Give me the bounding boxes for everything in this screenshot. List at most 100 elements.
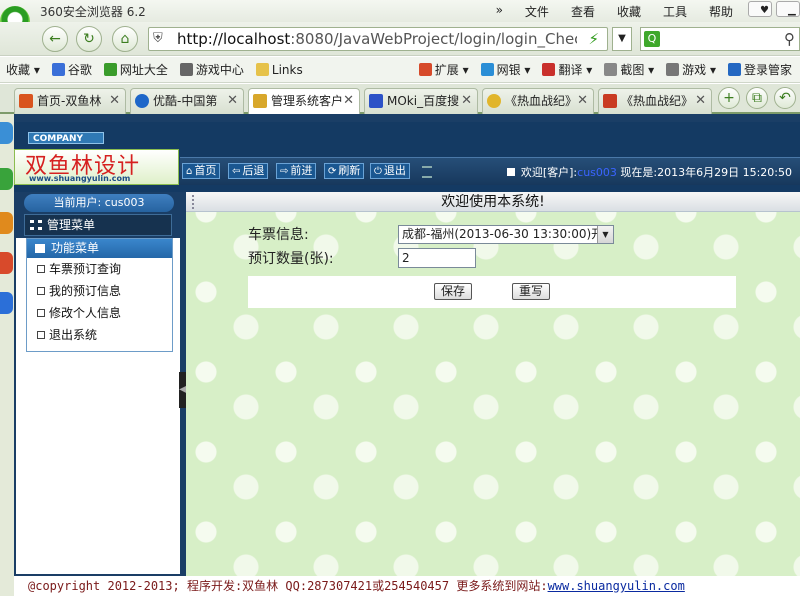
tab-management[interactable]: 管理系统客户 ✕ — [248, 88, 360, 114]
bullet-icon — [37, 265, 45, 273]
browser-title: 360安全浏览器 6.2 — [40, 5, 146, 19]
back-arrow-icon: ⇦ — [232, 166, 241, 177]
fav-extensions[interactable]: 扩展 ▾ — [413, 61, 475, 78]
close-icon[interactable]: ✕ — [227, 89, 238, 113]
bullet-icon — [37, 309, 45, 317]
close-icon[interactable]: ✕ — [109, 89, 120, 113]
tab-favicon-icon — [253, 94, 267, 108]
company-label: COMPANY — [28, 132, 104, 144]
app-icon[interactable] — [0, 292, 13, 314]
grip-icon — [422, 166, 432, 178]
folder-icon — [255, 63, 269, 76]
fav-links[interactable]: Links — [250, 63, 309, 77]
scissors-icon — [604, 63, 618, 76]
fav-gamecenter[interactable]: 游戏中心 — [174, 61, 250, 78]
nav-back-button[interactable]: ⇦ 后退 — [228, 163, 269, 179]
menu-tools[interactable]: 工具 — [652, 1, 698, 22]
tab-game-2[interactable]: 《热血战纪》 ✕ — [598, 88, 712, 114]
fav-games[interactable]: 游戏 ▾ — [660, 61, 722, 78]
tab-bar: 首页-双鱼林 ✕ 优酷-中国第 ✕ 管理系统客户 ✕ MOki_百度搜 ✕ 《热血战纪》… — [0, 84, 800, 114]
sidebar-item-my-bookings[interactable]: 我的预订信息 — [27, 280, 172, 302]
booking-form: 车票信息: 成都-福州(2013-06-30 13:30:00)开 ▼ 预订数量(… — [248, 222, 736, 314]
grip-icon — [192, 195, 198, 209]
app-icon[interactable] — [0, 212, 13, 234]
globe-icon — [103, 63, 117, 76]
save-button[interactable]: 保存 — [434, 283, 473, 300]
undo-close-icon[interactable]: ↶ — [774, 87, 796, 109]
nav-home-button[interactable]: ⌂ 首页 — [182, 163, 221, 179]
bolt-icon[interactable]: ⚡ — [588, 30, 599, 48]
app-icon[interactable] — [0, 252, 13, 274]
sidebar-item-logout[interactable]: 退出系统 — [27, 324, 172, 346]
refresh-icon: ⟳ — [328, 166, 337, 177]
tab-game-1[interactable]: 《热血战纪》 ✕ — [482, 88, 594, 114]
reset-button[interactable]: 重写 — [512, 283, 551, 300]
new-tab-icon[interactable]: + — [718, 87, 740, 109]
nav-forward-button[interactable]: ⇨ 前进 — [276, 163, 317, 179]
address-dropdown-icon[interactable]: ▼ — [612, 27, 632, 51]
nav-logout-button[interactable]: ⏻ 退出 — [370, 163, 410, 179]
fav-sites[interactable]: 网址大全 — [98, 61, 174, 78]
restore-tab-icon[interactable]: ⧉ — [746, 87, 768, 109]
menu-expand-icon[interactable]: » — [485, 1, 514, 22]
sidebar-item-ticket-query[interactable]: 车票预订查询 — [27, 258, 172, 280]
footer-link[interactable]: www.shuangyulin.com — [548, 579, 685, 593]
top-nav: ⌂ 首页 ⇦ 后退 ⇨ 前进 ⟳ 刷新 ⏻ 退出 欢迎[客户]:cus003 现在是:20… — [180, 157, 800, 185]
fav-screenshot[interactable]: 截图 ▾ — [598, 61, 660, 78]
manage-menu[interactable]: 管理菜单 — [24, 214, 172, 236]
translate-icon — [542, 63, 556, 76]
menu-favorites[interactable]: 收藏 — [606, 1, 652, 22]
bullet-icon — [37, 331, 45, 339]
address-bar[interactable]: ⛨ http://localhost:8080/JavaWebProject/l… — [148, 27, 608, 51]
browser-menu: » 文件 查看 收藏 工具 帮助 ♥ ▁ — [485, 1, 800, 22]
favorites-bar: 收藏 ▾ 谷歌 网址大全 游戏中心 Links 扩展 ▾ 网银 ▾ 翻译 ▾ 截… — [0, 57, 800, 83]
home-icon[interactable]: ⌂ — [112, 26, 138, 52]
menu-grid-icon — [30, 220, 42, 230]
back-arrow-icon[interactable]: ← — [42, 26, 68, 52]
close-icon[interactable]: ✕ — [461, 89, 472, 113]
tab-home[interactable]: 首页-双鱼林 ✕ — [14, 88, 126, 114]
nav-refresh-button[interactable]: ⟳ 刷新 — [324, 163, 365, 179]
tab-baidu[interactable]: MOki_百度搜 ✕ — [364, 88, 478, 114]
ticket-select[interactable]: 成都-福州(2013-06-30 13:30:00)开 ▼ — [398, 225, 614, 244]
user-info: 欢迎[客户]:cus003 现在是:2013年6月29日 15:20:50 — [506, 164, 792, 180]
fav-bank[interactable]: 网银 ▾ — [475, 61, 537, 78]
menu-file[interactable]: 文件 — [514, 1, 560, 22]
minimize-icon[interactable]: ▁ — [776, 1, 800, 17]
extension-icon — [418, 63, 432, 76]
browser-title-bar: 360安全浏览器 6.2 » 文件 查看 收藏 工具 帮助 ♥ ▁ — [0, 0, 800, 36]
search-engine-icon[interactable]: Q — [644, 31, 660, 47]
search-box[interactable]: Q ⚲ — [640, 27, 800, 51]
browser-nav-bar: ← ↻ ⌂ ⛨ http://localhost:8080/JavaWebPro… — [0, 22, 800, 56]
sidebar-app-strip — [0, 114, 14, 596]
skin-icon[interactable]: ♥ — [748, 1, 772, 17]
fav-translate[interactable]: 翻译 ▾ — [536, 61, 598, 78]
menu-view[interactable]: 查看 — [560, 1, 606, 22]
quantity-input[interactable]: 2 — [398, 248, 476, 268]
close-icon[interactable]: ✕ — [577, 89, 588, 113]
sidebar-item-edit-profile[interactable]: 修改个人信息 — [27, 302, 172, 324]
datetime: 2013年6月29日 15:20:50 — [657, 166, 792, 179]
close-icon[interactable]: ✕ — [695, 89, 706, 113]
fav-google[interactable]: 谷歌 — [46, 61, 98, 78]
customer-id: cus003 — [577, 166, 617, 179]
main-content: 欢迎使用本系统! 车票信息: 成都-福州(2013-06-30 13:30:00… — [186, 192, 800, 576]
menu-help[interactable]: 帮助 — [698, 1, 744, 22]
web-page: COMPANY 双鱼林设计 www.shuangyulin.com ⌂ 首页 ⇦ 后… — [14, 114, 800, 596]
fav-login-manager[interactable]: 登录管家 — [722, 61, 798, 78]
function-menu-header[interactable]: 功能菜单 — [27, 239, 172, 258]
power-icon: ⏻ — [374, 166, 382, 177]
close-icon[interactable]: ✕ — [343, 89, 354, 113]
app-icon[interactable] — [0, 122, 13, 144]
page-footer: @copyright 2012-2013; 程序开发:双鱼林 QQ:287307… — [14, 576, 800, 596]
search-icon[interactable]: ⚲ — [784, 30, 795, 48]
chevron-down-icon[interactable]: ▼ — [597, 226, 613, 243]
fav-collect[interactable]: 收藏 ▾ — [0, 61, 46, 78]
current-user: 当前用户: cus003 — [24, 194, 174, 212]
tab-youku[interactable]: 优酷-中国第 ✕ — [130, 88, 244, 114]
form-buttons: 保存 重写 — [248, 276, 736, 308]
reload-icon[interactable]: ↻ — [76, 26, 102, 52]
address-url[interactable]: http://localhost:8080/JavaWebProject/log… — [177, 30, 577, 48]
gamepad-icon — [179, 63, 193, 76]
app-icon[interactable] — [0, 168, 13, 190]
